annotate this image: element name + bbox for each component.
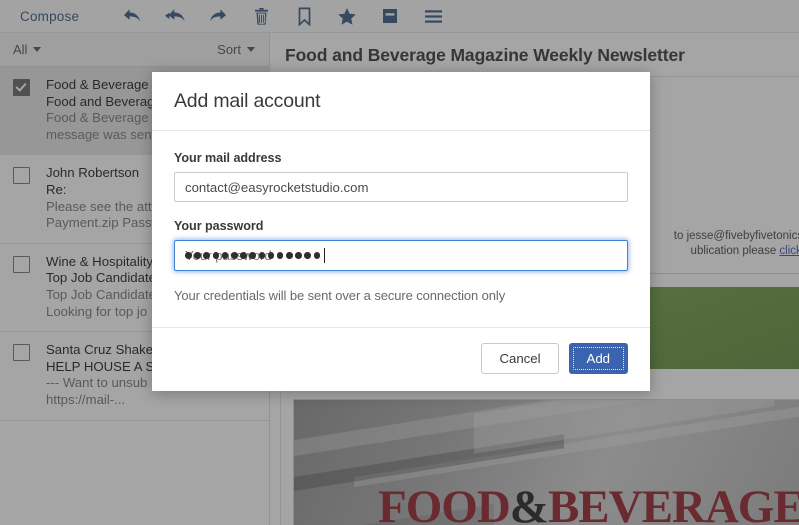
password-input-wrapper[interactable] <box>174 240 628 271</box>
dialog-title: Add mail account <box>174 90 321 112</box>
dialog-body: Your mail address Your password Your cre… <box>152 131 650 327</box>
password-field-group: Your password <box>174 219 628 271</box>
dialog-header: Add mail account <box>152 72 650 131</box>
add-button[interactable]: Add <box>568 343 628 374</box>
security-hint: Your credentials will be sent over a sec… <box>174 288 506 303</box>
dialog-footer: Cancel Add <box>152 327 650 391</box>
password-label: Your password <box>174 219 264 233</box>
add-button-label: Add <box>586 351 610 366</box>
app-root: Compose All Sort Food & Beverage Food an… <box>0 0 799 525</box>
cancel-button[interactable]: Cancel <box>481 343 559 374</box>
mail-address-field-group: Your mail address <box>174 151 628 202</box>
add-mail-account-dialog: Add mail account Your mail address Your … <box>152 72 650 391</box>
password-input[interactable] <box>174 240 628 271</box>
mail-address-label: Your mail address <box>174 151 282 165</box>
mail-address-input[interactable] <box>174 172 628 202</box>
